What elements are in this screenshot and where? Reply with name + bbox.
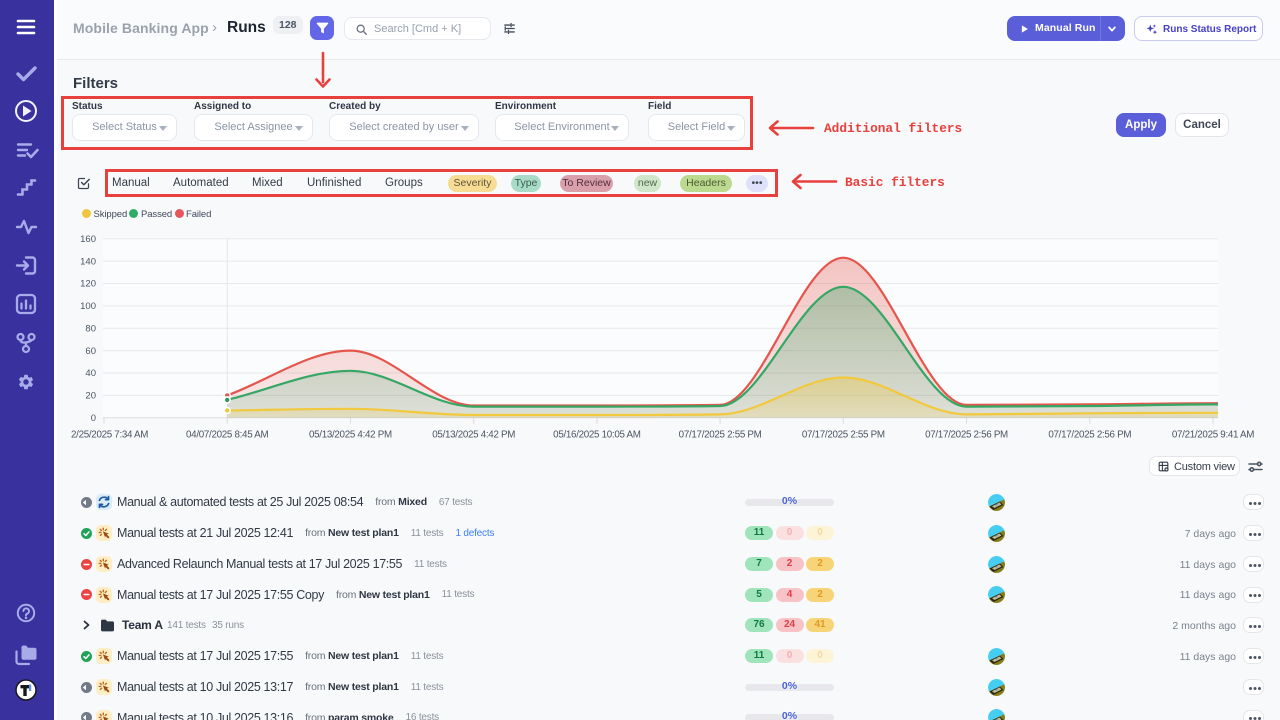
svg-text:07/17/2025 2:55 PM: 07/17/2025 2:55 PM — [802, 430, 885, 441]
svg-text:40: 40 — [85, 368, 96, 379]
svg-text:80: 80 — [85, 323, 96, 334]
svg-text:05/16/2025 10:05 AM: 05/16/2025 10:05 AM — [553, 430, 641, 441]
svg-text:07/17/2025 2:55 PM: 07/17/2025 2:55 PM — [679, 430, 762, 441]
svg-text:20: 20 — [85, 391, 96, 402]
svg-text:2/25/2025 7:34 AM: 2/25/2025 7:34 AM — [71, 430, 148, 441]
svg-text:0: 0 — [91, 413, 96, 424]
svg-text:05/13/2025 4:42 PM: 05/13/2025 4:42 PM — [432, 430, 515, 441]
svg-text:04/07/2025 8:45 AM: 04/07/2025 8:45 AM — [186, 430, 268, 441]
svg-text:140: 140 — [80, 256, 96, 267]
svg-text:07/21/2025 9:41 AM: 07/21/2025 9:41 AM — [1172, 430, 1254, 441]
svg-text:05/13/2025 4:42 PM: 05/13/2025 4:42 PM — [309, 430, 392, 441]
svg-text:60: 60 — [85, 346, 96, 357]
svg-text:07/17/2025 2:56 PM: 07/17/2025 2:56 PM — [925, 430, 1008, 441]
svg-text:160: 160 — [80, 234, 96, 245]
svg-text:100: 100 — [80, 301, 96, 312]
svg-text:07/17/2025 2:56 PM: 07/17/2025 2:56 PM — [1048, 430, 1131, 441]
svg-text:120: 120 — [80, 279, 96, 290]
